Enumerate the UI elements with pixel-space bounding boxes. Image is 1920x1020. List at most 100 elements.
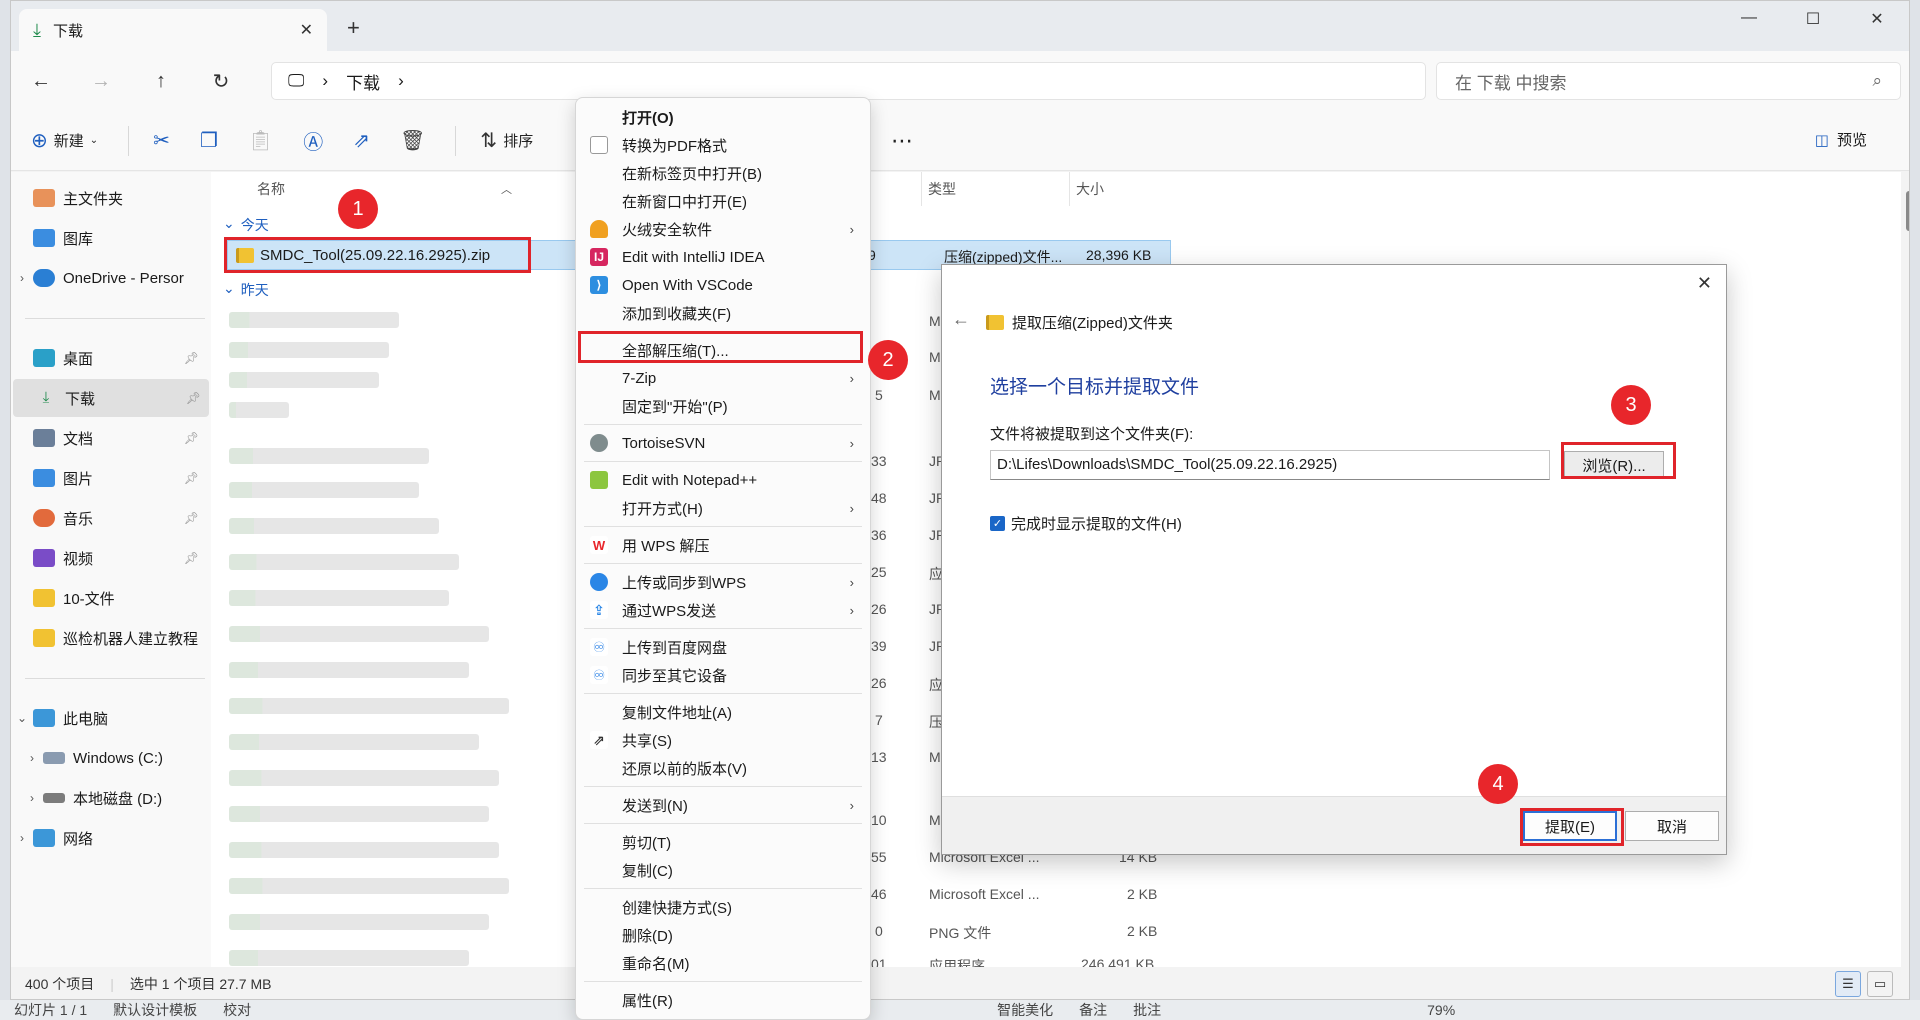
menu-item-send-to[interactable]: 发送到(N) › [576,791,870,819]
more-options-button[interactable]: ⋯ [891,128,913,154]
sidebar-item-downloads[interactable]: ⤓ 下载 📌︎ [13,379,209,417]
beautify-button[interactable]: 智能美化 [997,1000,1053,1020]
menu-item-sync-devices[interactable]: ♾ 同步至其它设备 [576,661,870,689]
sidebar-item-thispc[interactable]: ⌄ 此电脑 [11,699,207,737]
group-header-yesterday[interactable]: ⌄ 昨天 [223,280,269,300]
blurred-file-name[interactable] [229,402,289,418]
pin-icon[interactable]: 📌︎ [184,511,199,525]
destination-path-input[interactable]: D:\Lifes\Downloads\SMDC_Tool(25.09.22.16… [990,450,1550,480]
sort-button[interactable]: ⇅ 排序 [480,128,533,153]
blurred-file-name[interactable] [229,626,489,642]
template-label[interactable]: 默认设计模板 [113,1000,197,1020]
proof-button[interactable]: 校对 [223,1000,251,1020]
menu-item-copy-path[interactable]: 复制文件地址(A) [576,698,870,726]
sidebar-item-robot-folder[interactable]: 巡检机器人建立教程 [11,619,207,657]
menu-item-open-new-tab[interactable]: 在新标签页中打开(B) [576,159,870,187]
menu-item-shortcut[interactable]: 创建快捷方式(S) [576,893,870,921]
show-files-checkbox[interactable]: ✓ 完成时显示提取的文件(H) [990,513,1182,534]
menu-item-open[interactable]: 打开(O) [576,103,870,131]
sidebar-item-music[interactable]: 音乐 📌︎ [11,499,207,537]
tiles-view-icon[interactable]: ▭ [1867,971,1893,997]
close-icon[interactable]: ✕ [1697,273,1712,294]
sidebar-item-pictures[interactable]: 图片 📌︎ [11,459,207,497]
chevron-right-icon[interactable]: › [21,791,43,805]
menu-item-add-favorite[interactable]: 添加到收藏夹(F) [576,299,870,327]
chevron-right-icon[interactable]: › [21,751,43,765]
blurred-file-name[interactable] [229,842,499,858]
cancel-button[interactable]: 取消 [1625,811,1719,841]
menu-item-open-with[interactable]: 打开方式(H) › [576,494,870,522]
menu-item-intellij[interactable]: IJ Edit with IntelliJ IDEA [576,243,870,271]
blurred-file-name[interactable] [229,482,419,498]
blurred-file-name[interactable] [229,806,489,822]
menu-item-notepadpp[interactable]: Edit with Notepad++ [576,466,870,494]
menu-item-delete[interactable]: 删除(D) [576,921,870,949]
pin-icon[interactable]: 📌︎ [184,431,199,445]
menu-item-pin-start[interactable]: 固定到"开始"(P) [576,392,870,420]
checkmark-icon[interactable]: ✓ [990,516,1005,531]
sidebar-item-gallery[interactable]: 图库 [11,219,207,257]
sidebar-item-desktop[interactable]: 桌面 📌︎ [11,339,207,377]
menu-item-baidu[interactable]: ♾ 上传到百度网盘 [576,633,870,661]
blurred-file-name[interactable] [229,590,449,606]
sidebar-item-network[interactable]: › 网络 [11,819,207,857]
sidebar-item-videos[interactable]: 视频 📌︎ [11,539,207,577]
sidebar-item-onedrive[interactable]: › OneDrive - Persor [11,259,207,297]
copy-button[interactable]: ❐ [200,128,218,153]
chevron-right-icon[interactable]: › [11,271,33,285]
pin-icon[interactable]: 📌︎ [184,551,199,565]
paste-button[interactable]: 📋︎ [248,128,273,153]
menu-item-cut[interactable]: 剪切(T) [576,828,870,856]
blurred-file-name[interactable] [229,914,489,930]
blurred-file-name[interactable] [229,312,399,328]
menu-item-to-pdf[interactable]: 转换为PDF格式 [576,131,870,159]
minimize-icon[interactable]: — [1717,9,1781,29]
column-header-name[interactable]: 名称 [257,172,285,206]
blurred-file-name[interactable] [229,554,459,570]
tab-downloads[interactable]: ⤓ 下载 ✕ [19,9,327,51]
up-icon[interactable]: ↑ [131,70,191,93]
group-header-today[interactable]: ⌄ 今天 [223,215,269,235]
sidebar-item-documents[interactable]: 文档 📌︎ [11,419,207,457]
menu-item-wps-upload[interactable]: 上传或同步到WPS › [576,568,870,596]
preview-button[interactable]: ◫ 预览 [1815,129,1867,150]
menu-item-7zip[interactable]: 7-Zip › [576,364,870,392]
menu-item-huorong[interactable]: 火绒安全软件 › [576,215,870,243]
cut-button[interactable]: ✂ [153,128,170,153]
chevron-down-icon[interactable]: ⌄ [11,711,33,725]
details-view-icon[interactable]: ☰ [1835,971,1861,997]
sidebar-item-drive-c[interactable]: › Windows (C:) [21,739,217,777]
rename-button[interactable]: Ⓐ [303,126,323,155]
refresh-icon[interactable]: ↻ [191,69,251,94]
blurred-file-name[interactable] [229,342,389,358]
close-window-icon[interactable]: ✕ [1845,9,1909,29]
blurred-file-name[interactable] [229,734,479,750]
menu-item-rename[interactable]: 重命名(M) [576,949,870,977]
address-bar[interactable]: 🖵 › 下载 › [271,62,1426,100]
chevron-right-icon[interactable]: › [322,71,328,91]
menu-item-share[interactable]: ⇗ 共享(S) [576,726,870,754]
breadcrumb-downloads[interactable]: 下载 [346,69,380,94]
blurred-file-name[interactable] [229,770,499,786]
delete-button[interactable]: 🗑︎ [400,128,425,153]
blurred-file-name[interactable] [229,372,379,388]
back-arrow-icon[interactable]: ← [952,309,970,330]
search-input[interactable]: 在 下载 中搜索 ⌕ [1436,62,1901,100]
blurred-file-name[interactable] [229,518,439,534]
chevron-right-icon[interactable]: › [11,831,33,845]
blurred-file-name[interactable] [229,662,469,678]
sidebar-item-drive-d[interactable]: › 本地磁盘 (D:) [21,779,217,817]
chevron-right-icon[interactable]: › [398,71,404,91]
new-tab-button[interactable]: + [347,17,360,39]
back-icon[interactable]: ← [11,70,71,93]
menu-item-restore[interactable]: 还原以前的版本(V) [576,754,870,782]
column-header-size[interactable]: 大小 [1069,172,1169,206]
pin-icon[interactable]: 📌︎ [184,351,199,365]
pin-icon[interactable]: 📌︎ [184,471,199,485]
blurred-file-name[interactable] [229,698,509,714]
share-button[interactable]: ⇗ [353,128,370,153]
comment-button[interactable]: 批注 [1133,1000,1161,1020]
menu-item-tortoisesvn[interactable]: TortoiseSVN › [576,429,870,457]
sidebar-item-folder-10[interactable]: 10-文件 [11,579,207,617]
menu-item-wps-unzip[interactable]: W 用 WPS 解压 [576,531,870,559]
